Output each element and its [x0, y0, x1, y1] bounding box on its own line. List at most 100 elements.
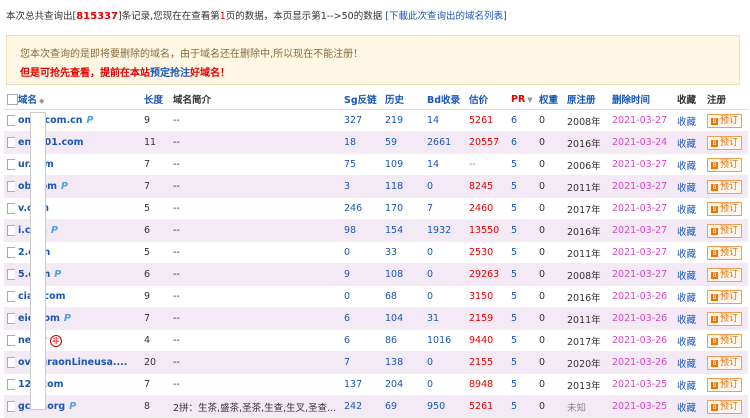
sg-cell[interactable]: 246 [341, 197, 382, 220]
sort-weight[interactable]: 权重 [536, 89, 564, 110]
sort-del-time[interactable]: 删除时间 [609, 89, 674, 110]
sg-cell[interactable]: 98 [341, 219, 382, 242]
preorder-link[interactable]: 预定抢注 [150, 68, 190, 79]
history-cell[interactable]: 33 [382, 241, 424, 264]
history-cell[interactable]: 104 [382, 307, 424, 330]
favorite-link[interactable]: 收藏 [677, 205, 696, 216]
bd-cell[interactable]: 14 [424, 109, 466, 132]
history-cell[interactable]: 68 [382, 285, 424, 308]
sg-cell[interactable]: 3 [341, 175, 382, 198]
row-checkbox[interactable] [7, 291, 15, 302]
history-cell[interactable]: 59 [382, 131, 424, 154]
sg-cell[interactable]: 75 [341, 153, 382, 176]
row-checkbox[interactable] [7, 225, 15, 236]
favorite-link[interactable]: 收藏 [677, 315, 696, 326]
sg-cell[interactable]: 137 [341, 373, 382, 396]
history-cell[interactable]: 204 [382, 373, 424, 396]
row-checkbox[interactable] [7, 181, 15, 192]
book-button[interactable]: B 预订 [707, 289, 743, 304]
favorite-link[interactable]: 收藏 [677, 359, 696, 370]
favorite-link[interactable]: 收藏 [677, 183, 696, 194]
book-button[interactable]: B 预订 [707, 267, 743, 282]
history-cell[interactable]: 108 [382, 263, 424, 286]
row-checkbox[interactable] [7, 379, 15, 390]
sort-reg[interactable]: 原注册 [564, 89, 609, 110]
domain-link[interactable]: ome.com.cn [18, 115, 83, 126]
bd-cell[interactable]: 1932 [424, 219, 466, 242]
bd-cell[interactable]: 0 [424, 373, 466, 396]
sg-cell[interactable]: 7 [341, 351, 382, 374]
download-list-link[interactable]: [下載此次查询出的域名列表] [385, 11, 506, 22]
row-checkbox[interactable] [7, 115, 15, 126]
favorite-link[interactable]: 收藏 [677, 293, 696, 304]
bd-cell[interactable]: 0 [424, 285, 466, 308]
row-checkbox[interactable] [7, 401, 15, 412]
bd-cell[interactable]: 14 [424, 153, 466, 176]
book-button[interactable]: B 预订 [707, 179, 743, 194]
book-button[interactable]: B 预订 [707, 355, 743, 370]
sort-bd[interactable]: Bd收录 [424, 89, 466, 110]
history-cell[interactable]: 109 [382, 153, 424, 176]
row-checkbox[interactable] [7, 247, 15, 258]
domain-link[interactable]: eng001.com [18, 137, 84, 148]
sg-cell[interactable]: 0 [341, 241, 382, 264]
row-checkbox[interactable] [7, 203, 15, 214]
row-checkbox[interactable] [7, 137, 15, 148]
bd-cell[interactable]: 0 [424, 263, 466, 286]
sg-cell[interactable]: 242 [341, 395, 382, 418]
favorite-link[interactable]: 收藏 [677, 381, 696, 392]
sort-domain[interactable]: 域名 ◆ [15, 89, 141, 110]
book-button[interactable]: B 预订 [707, 333, 743, 348]
favorite-link[interactable]: 收藏 [677, 403, 696, 414]
book-button[interactable]: B 预订 [707, 223, 743, 238]
favorite-link[interactable]: 收藏 [677, 161, 696, 172]
row-checkbox[interactable] [7, 313, 15, 324]
bd-cell[interactable]: 0 [424, 241, 466, 264]
book-button[interactable]: B 预订 [707, 157, 743, 172]
book-button[interactable]: B 预订 [707, 201, 743, 216]
bd-cell[interactable]: 1016 [424, 329, 466, 352]
sg-cell[interactable]: 6 [341, 329, 382, 352]
sg-cell[interactable]: 9 [341, 263, 382, 286]
row-checkbox[interactable] [7, 357, 15, 368]
book-button[interactable]: B 预订 [707, 311, 743, 326]
sg-cell[interactable]: 0 [341, 285, 382, 308]
book-button[interactable]: B 预订 [707, 377, 743, 392]
bd-cell[interactable]: 2661 [424, 131, 466, 154]
favorite-link[interactable]: 收藏 [677, 117, 696, 128]
bd-cell[interactable]: 31 [424, 307, 466, 330]
favorite-link[interactable]: 收藏 [677, 139, 696, 150]
bd-cell[interactable]: 0 [424, 351, 466, 374]
row-checkbox[interactable] [7, 269, 15, 280]
book-button[interactable]: B 预订 [707, 113, 743, 128]
row-checkbox[interactable] [7, 335, 15, 346]
sort-length[interactable]: 长度 [141, 89, 170, 110]
sort-sg[interactable]: Sg反链 [341, 89, 382, 110]
book-button[interactable]: B 预订 [707, 399, 743, 414]
sg-cell[interactable]: 18 [341, 131, 382, 154]
bd-cell[interactable]: 0 [424, 175, 466, 198]
sort-pr[interactable]: PR ▼ [508, 89, 536, 110]
bd-cell[interactable]: 950 [424, 395, 466, 418]
pr-cell: 5 [508, 351, 536, 374]
book-button[interactable]: B 预订 [707, 135, 743, 150]
history-cell[interactable]: 138 [382, 351, 424, 374]
row-checkbox[interactable] [7, 159, 15, 170]
favorite-link[interactable]: 收藏 [677, 227, 696, 238]
history-cell[interactable]: 219 [382, 109, 424, 132]
select-all-checkbox[interactable] [7, 93, 18, 105]
favorite-link[interactable]: 收藏 [677, 271, 696, 282]
history-cell[interactable]: 69 [382, 395, 424, 418]
sg-cell[interactable]: 327 [341, 109, 382, 132]
favorite-link[interactable]: 收藏 [677, 337, 696, 348]
sort-price[interactable]: 估价 [466, 89, 508, 110]
book-button[interactable]: B 预订 [707, 245, 743, 260]
history-cell[interactable]: 170 [382, 197, 424, 220]
favorite-link[interactable]: 收藏 [677, 249, 696, 260]
sort-history[interactable]: 历史 [382, 89, 424, 110]
sg-cell[interactable]: 6 [341, 307, 382, 330]
history-cell[interactable]: 154 [382, 219, 424, 242]
history-cell[interactable]: 86 [382, 329, 424, 352]
bd-cell[interactable]: 7 [424, 197, 466, 220]
history-cell[interactable]: 118 [382, 175, 424, 198]
